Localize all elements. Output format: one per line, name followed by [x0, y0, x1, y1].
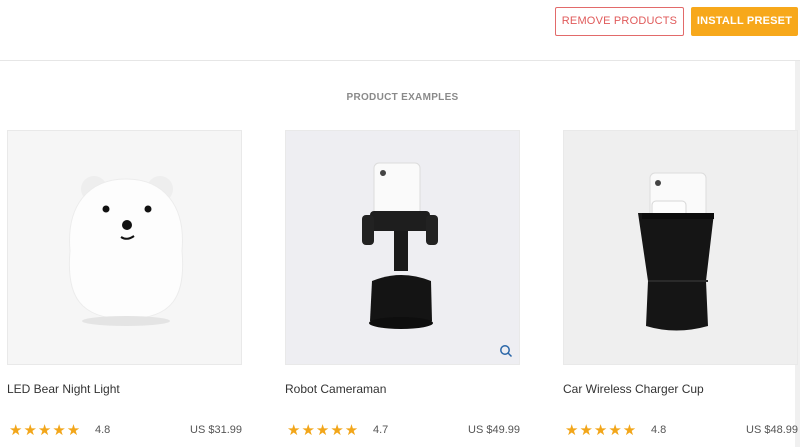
product-price: US $48.99	[746, 424, 798, 436]
section-title: PRODUCT EXAMPLES	[346, 92, 459, 103]
product-image-phone-stand[interactable]	[285, 130, 520, 365]
product-card[interactable]: Robot Cameraman ★★★★★ 4.7 US $49.99	[285, 130, 520, 447]
star-rating-icon: ★★★★★	[287, 422, 360, 439]
product-price: US $31.99	[190, 424, 242, 436]
remove-products-button[interactable]: REMOVE PRODUCTS	[555, 7, 684, 36]
top-toolbar: REMOVE PRODUCTS INSTALL PRESET	[0, 0, 800, 61]
rating-value: 4.8	[651, 424, 667, 436]
product-name[interactable]: Car Wireless Charger Cup	[563, 382, 704, 396]
product-image-charger-cup[interactable]	[563, 130, 798, 365]
product-name[interactable]: Robot Cameraman	[285, 382, 386, 396]
zoom-icon[interactable]	[499, 344, 513, 358]
star-rating-icon: ★★★★★	[565, 422, 638, 439]
rating-value: 4.7	[373, 424, 389, 436]
rating-value: 4.8	[95, 424, 111, 436]
product-card[interactable]: LED Bear Night Light ★★★★★ 4.8 US $31.99	[7, 130, 242, 447]
install-preset-button[interactable]: INSTALL PRESET	[691, 7, 798, 36]
product-image-bear-lamp[interactable]	[7, 130, 242, 365]
product-card[interactable]: Car Wireless Charger Cup ★★★★★ 4.8 US $4…	[563, 130, 798, 447]
star-rating-icon: ★★★★★	[9, 422, 82, 439]
product-name[interactable]: LED Bear Night Light	[7, 382, 120, 396]
product-price: US $49.99	[468, 424, 520, 436]
